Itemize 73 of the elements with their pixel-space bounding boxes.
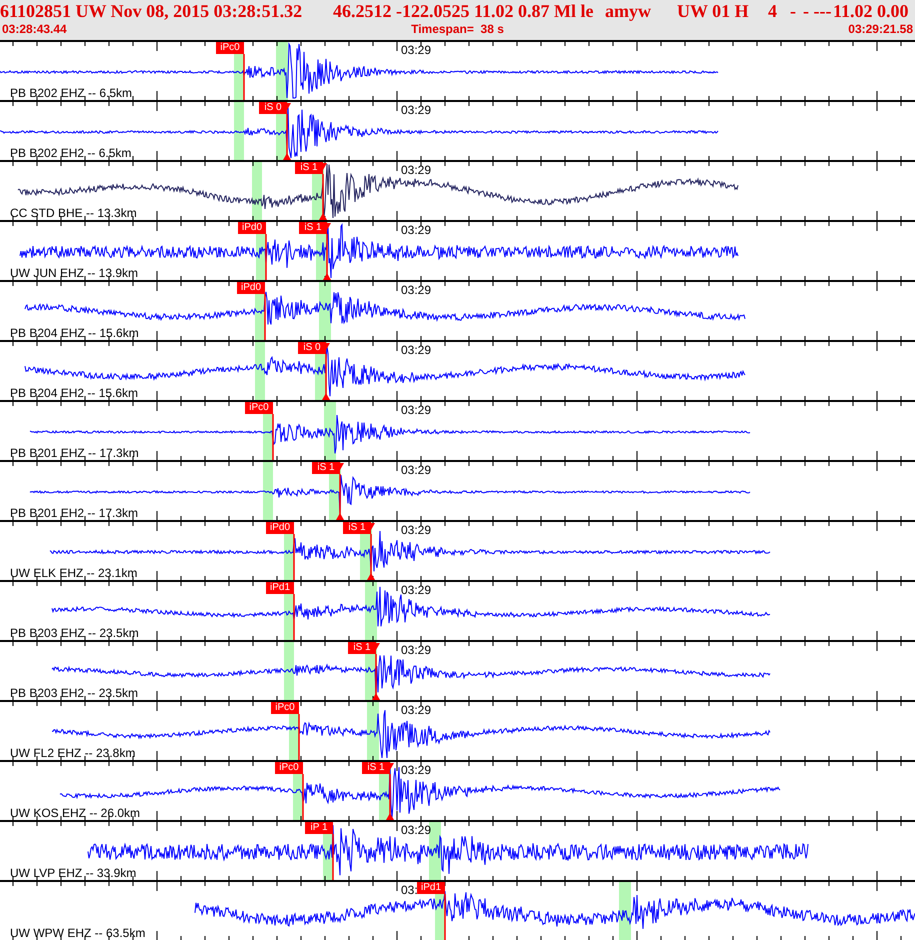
pick-window: [252, 162, 262, 220]
pick-window: [365, 582, 377, 640]
event-summary-text: UW 01 H: [677, 1, 749, 21]
phase-pick-tag[interactable]: iPc0: [275, 762, 303, 774]
pick-line: [332, 834, 334, 880]
pick-window: [429, 822, 441, 880]
phase-pick-tag[interactable]: iPd1: [266, 582, 294, 594]
event-summary-text: 4: [768, 1, 777, 21]
pick-window: [255, 342, 265, 400]
phase-pick-tag[interactable]: iPd1: [417, 882, 445, 894]
time-mark: 03:29: [401, 223, 432, 237]
event-summary-text: amyw: [605, 1, 651, 21]
pick-window: [276, 42, 288, 100]
pick-window: [324, 402, 336, 460]
pick-line: [264, 294, 266, 340]
station-label: UW WPW EHZ -- 63.5km: [10, 927, 146, 940]
pick-window: [619, 882, 631, 940]
station-label: CC STD BHE -- 13.3km: [10, 207, 137, 220]
station-label: PB B202 EH2 -- 6.5km: [10, 147, 132, 160]
event-summary-text: - ---: [803, 1, 832, 21]
phase-pick-tag[interactable]: iPd0: [237, 282, 265, 294]
pick-line: [243, 54, 245, 100]
station-label: UW JUN EHZ -- 13.9km: [10, 267, 138, 280]
time-mark: 03:29: [401, 463, 432, 477]
time-mark: 03:29: [401, 823, 432, 837]
time-mark: 03:29: [401, 43, 432, 57]
pick-line: [265, 234, 267, 280]
station-label: PB B204 EH2 -- 15.6km: [10, 387, 138, 400]
time-mark: 03:29: [401, 163, 432, 177]
phase-pick-tag[interactable]: iPd0: [238, 222, 266, 234]
pick-line: [444, 894, 446, 940]
event-summary-text: 61102851 UW Nov 08, 2015 03:28:51.32: [0, 1, 302, 21]
pick-line: [298, 714, 300, 760]
time-mark: 03:29: [401, 583, 432, 597]
phase-pick-tag[interactable]: iPc0: [216, 42, 244, 54]
pick-window: [367, 702, 379, 760]
time-mark: 03:29: [401, 703, 432, 717]
end-time: 03:29:21.58: [848, 22, 913, 36]
station-label: PB B201 EH2 -- 17.3km: [10, 507, 138, 520]
phase-pick-tag[interactable]: iPd0: [266, 522, 294, 534]
station-label: PB B203 EHZ -- 23.5km: [10, 627, 139, 640]
start-time: 03:28:43.44: [2, 22, 67, 36]
event-summary-text: 11.02 0.00: [833, 1, 909, 21]
pick-line: [293, 534, 295, 580]
phase-pick-tag[interactable]: iPc0: [245, 402, 273, 414]
station-label: PB B203 EH2 -- 23.5km: [10, 687, 138, 700]
time-mark: 03:29: [401, 763, 432, 777]
time-mark: 03:29: [401, 103, 432, 117]
phase-pick-tag[interactable]: iPc0: [271, 702, 299, 714]
event-summary-text: -: [790, 1, 796, 21]
pick-window: [284, 642, 294, 700]
pick-line: [302, 774, 304, 820]
pick-window: [319, 282, 331, 340]
station-label: PB B202 EHZ -- 6.5km: [10, 87, 132, 100]
station-label: UW LVP EHZ -- 33.9km: [10, 867, 136, 880]
station-label: UW FL2 EHZ -- 23.8km: [10, 747, 136, 760]
station-label: UW KOS EHZ -- 26.0km: [10, 807, 140, 820]
pick-line: [272, 414, 274, 460]
pick-line: [293, 594, 295, 640]
station-label: PB B204 EHZ -- 15.6km: [10, 327, 139, 340]
event-summary-text: 46.2512 -122.0525 11.02 0.87 Ml le: [333, 1, 594, 21]
station-label: UW ELK EHZ -- 23.1km: [10, 567, 138, 580]
time-mark: 03:29: [401, 283, 432, 297]
station-label: PB B201 EHZ -- 17.3km: [10, 447, 139, 460]
time-mark: 03:29: [401, 523, 432, 537]
time-mark: 03:29: [401, 643, 432, 657]
pick-window: [263, 462, 273, 520]
time-mark: 03:29: [401, 343, 432, 357]
time-mark: 03:29: [401, 403, 432, 417]
pick-window: [234, 102, 244, 160]
phase-pick-tag[interactable]: iP 1: [305, 822, 333, 834]
time-mark: 03:: [401, 883, 418, 897]
timespan-text: Timespan= 38 s: [411, 22, 504, 36]
